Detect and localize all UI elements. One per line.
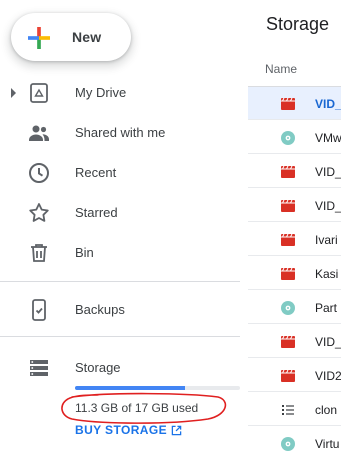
nav-label-my-drive: My Drive [75,85,127,100]
backup-device-icon [32,299,46,321]
drive-icon [30,83,48,103]
nav-item-storage[interactable]: Storage [0,350,240,386]
nav-label-shared: Shared with me [75,125,166,140]
page-title: Storage [266,14,330,34]
video-file-icon [281,233,295,246]
nav-label-storage: Storage [75,360,121,375]
storage-quota-bar [75,386,240,390]
disc-image-icon [281,131,295,145]
file-row[interactable]: Kasi [248,257,341,290]
plus-icon [28,27,50,49]
new-button[interactable]: New [11,13,131,61]
disc-image-icon [281,301,295,315]
nav-label-starred: Starred [75,205,118,220]
video-file-icon [281,97,295,110]
file-row[interactable]: VID_ [248,189,341,222]
nav-item-my-drive[interactable]: My Drive [0,75,240,111]
file-row[interactable]: VMw [248,121,341,154]
nav-label-bin: Bin [75,245,94,260]
video-file-icon [281,165,295,178]
column-header-name[interactable]: Name [265,62,297,76]
divider [0,281,240,282]
file-row[interactable]: Virtu [248,427,341,454]
list-file-icon [282,405,294,415]
sidebar: New My Drive Shared with me Recent Starr… [0,0,240,454]
nav-item-starred[interactable]: Starred [0,195,240,231]
disc-image-icon [281,437,295,451]
file-row[interactable]: clon [248,393,341,426]
nav-item-backups[interactable]: Backups [0,292,240,328]
file-name: Kasi [315,267,339,281]
nav-label-backups: Backups [75,302,125,317]
file-name: Ivari [315,233,338,247]
buy-storage-link[interactable]: BUY STORAGE [75,423,182,437]
expand-arrow-icon[interactable] [11,88,16,98]
external-link-icon [171,425,182,435]
video-file-icon [281,199,295,212]
storage-quota-fill [75,386,185,390]
trash-icon [31,244,47,262]
new-button-label: New [72,29,102,45]
file-row[interactable]: Ivari [248,223,341,256]
file-name: VID_ [315,97,341,111]
divider [0,336,240,337]
star-icon [29,203,49,222]
video-file-icon [281,267,295,280]
file-name: VMw [315,131,341,145]
file-row[interactable]: Part [248,291,341,324]
nav-label-recent: Recent [75,165,117,180]
file-name: clon [315,403,338,417]
file-row[interactable]: VID_ [248,87,341,120]
clock-icon [29,163,49,183]
nav-item-recent[interactable]: Recent [0,155,240,191]
storage-icon [30,360,48,376]
file-name: VID2 [315,369,341,383]
file-row[interactable]: VID2 [248,359,341,392]
file-name: Virtu [315,437,340,451]
file-row[interactable]: VID_ [248,155,341,188]
video-file-icon [281,335,295,348]
file-row[interactable]: VID_ [248,325,341,358]
storage-used-text: 11.3 GB of 17 GB used [75,401,199,415]
main-panel: Storage Name VID_ VMw VID_ VID_ Ivari Kasi Par… [248,0,341,454]
people-icon [29,125,49,141]
file-name: VID_ [315,165,341,179]
nav-item-shared[interactable]: Shared with me [0,115,240,151]
file-name: VID_ [315,199,341,213]
nav-item-bin[interactable]: Bin [0,235,240,271]
video-file-icon [281,369,295,382]
buy-storage-label: BUY STORAGE [75,423,167,437]
file-name: VID_ [315,335,341,349]
file-name: Part [315,301,338,315]
